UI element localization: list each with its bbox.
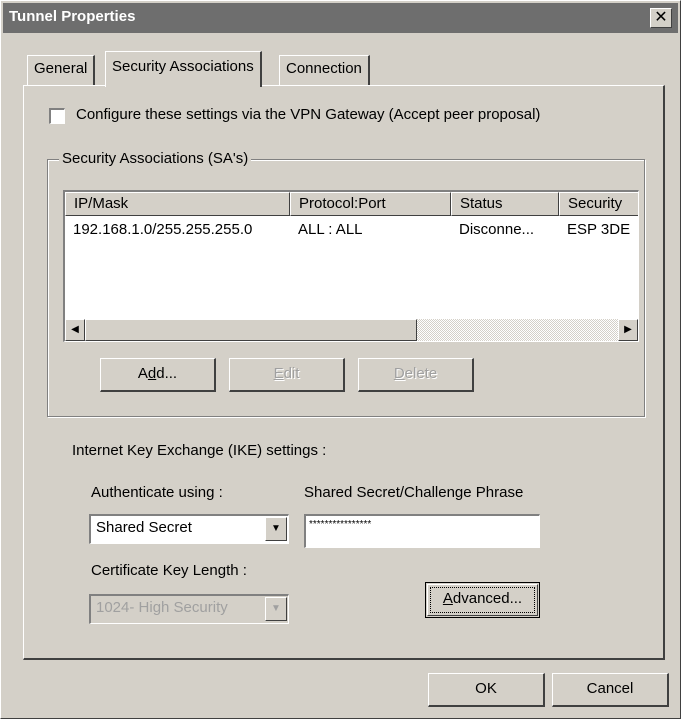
configure-via-gateway-label: Configure these settings via the VPN Gat…	[76, 106, 541, 123]
tab-general[interactable]: General	[27, 55, 96, 85]
configure-via-gateway-checkbox[interactable]	[49, 108, 65, 124]
tunnel-properties-dialog: Tunnel Properties ✕ General Security Ass…	[0, 0, 681, 719]
sa-group-label: Security Associations (SA's)	[59, 150, 252, 167]
column-header-ip-mask[interactable]: IP/Mask	[65, 192, 290, 216]
authenticate-using-dropdown[interactable]: Shared Secret ▼	[89, 514, 289, 544]
tab-panel-security-associations: Configure these settings via the VPN Gat…	[23, 85, 665, 660]
certificate-key-length-dropdown[interactable]: 1024- High Security ▼	[89, 594, 289, 624]
delete-button[interactable]: Delete	[358, 358, 474, 392]
sa-row-security[interactable]: ESP 3DE	[567, 221, 638, 238]
scroll-left-button[interactable]: ◀	[65, 319, 85, 341]
column-header-security[interactable]: Security	[559, 192, 638, 216]
edit-button[interactable]: Edit	[229, 358, 345, 392]
window-title: Tunnel Properties	[9, 8, 136, 25]
ok-button[interactable]: OK	[428, 673, 545, 707]
tab-connection[interactable]: Connection	[279, 55, 370, 85]
title-bar: Tunnel Properties ✕	[3, 3, 678, 33]
certificate-key-length-label: Certificate Key Length :	[91, 562, 247, 579]
sa-list[interactable]: IP/Mask Protocol:Port Status Security 19…	[63, 190, 639, 342]
ike-section-label: Internet Key Exchange (IKE) settings :	[72, 442, 327, 459]
advanced-button[interactable]: Advanced...	[425, 582, 540, 618]
triangle-left-icon: ◀	[71, 324, 79, 335]
add-button[interactable]: Add...	[100, 358, 216, 392]
close-icon: ✕	[654, 9, 668, 26]
horizontal-scrollbar[interactable]: ◀ ▶	[65, 319, 638, 341]
tab-security-associations[interactable]: Security Associations	[105, 51, 262, 87]
cancel-button[interactable]: Cancel	[552, 673, 669, 707]
authenticate-using-label: Authenticate using :	[91, 484, 223, 501]
chevron-down-icon[interactable]: ▼	[265, 597, 287, 621]
shared-secret-label: Shared Secret/Challenge Phrase	[304, 484, 524, 501]
authenticate-using-value: Shared Secret	[96, 519, 192, 536]
sa-row-ip-mask[interactable]: 192.168.1.0/255.255.255.0	[73, 221, 288, 238]
shared-secret-input[interactable]: ****************	[304, 514, 540, 548]
certificate-key-length-value: 1024- High Security	[96, 599, 228, 616]
sa-row-protocol-port[interactable]: ALL : ALL	[298, 221, 448, 238]
column-header-status[interactable]: Status	[451, 192, 559, 216]
chevron-down-icon[interactable]: ▼	[265, 517, 287, 541]
close-button[interactable]: ✕	[650, 8, 672, 28]
scroll-thumb[interactable]	[85, 319, 417, 341]
triangle-right-icon: ▶	[624, 324, 632, 335]
sa-row-status[interactable]: Disconne...	[459, 221, 555, 238]
column-header-protocol-port[interactable]: Protocol:Port	[290, 192, 451, 216]
scroll-right-button[interactable]: ▶	[618, 319, 638, 341]
